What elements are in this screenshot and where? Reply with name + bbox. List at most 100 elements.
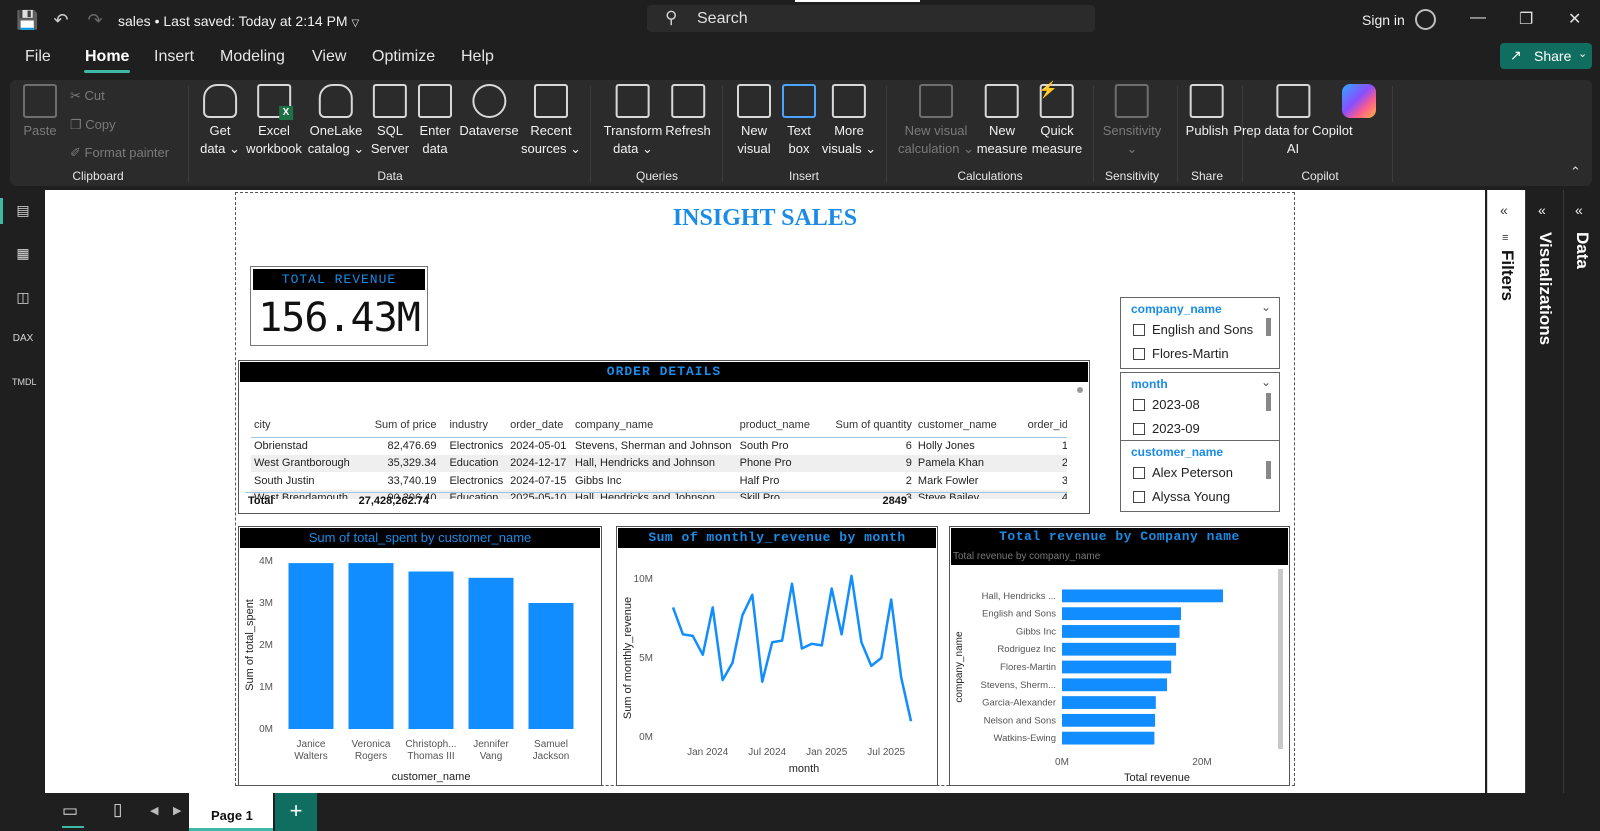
checkbox[interactable] <box>1133 399 1145 411</box>
slicer-scrollbar[interactable] <box>1266 461 1271 479</box>
share-button[interactable]: ↗ Share ⌄ <box>1500 43 1592 69</box>
slicer-scrollbar[interactable] <box>1266 318 1271 336</box>
more-visuals-button[interactable]: More visuals ⌄ <box>822 84 876 158</box>
new-visual-calculation-button[interactable]: New visual calculation ⌄ <box>898 84 974 158</box>
menu-file[interactable]: File <box>25 48 51 66</box>
get-data-button[interactable]: Get data ⌄ <box>200 84 240 158</box>
column-header[interactable]: order_id <box>1020 413 1067 438</box>
search-input[interactable]: ⚲ Search <box>647 5 1095 32</box>
text-box-button[interactable]: Text box <box>782 84 816 158</box>
table-scrollbar[interactable] <box>1077 387 1083 393</box>
enter-data-button[interactable]: Enter data <box>418 84 452 158</box>
table-row[interactable]: South Justin 33,740.19 Electronics 2024-07-… <box>251 472 1067 490</box>
format-painter-button[interactable]: ✐ Format painter <box>70 145 169 161</box>
expand-filters-icon[interactable]: « <box>1500 202 1508 218</box>
chart-revenue-by-company[interactable]: Total revenue by Company name Total reve… <box>949 526 1290 786</box>
new-measure-button[interactable]: New measure <box>977 84 1027 158</box>
sensitivity-button[interactable]: Sensitivity ⌄ <box>1103 84 1161 158</box>
dax-query-view-icon[interactable]: DAX <box>12 333 34 353</box>
slicer-company-name[interactable]: company_name ⌄ English and Sons Flores-M… <box>1120 297 1280 369</box>
menu-view[interactable]: View <box>312 48 346 66</box>
column-header[interactable]: Sum of price <box>358 413 440 438</box>
data-pane-label[interactable]: Data <box>1572 232 1592 269</box>
copilot-button[interactable] <box>1342 84 1376 122</box>
model-view-icon[interactable]: ◫ <box>12 289 34 309</box>
slicer-option[interactable]: English and Sons <box>1133 322 1253 337</box>
cut-button[interactable]: ✂ Cut <box>70 88 105 104</box>
undo-icon[interactable]: ↶ <box>50 9 72 31</box>
slicer-option[interactable]: 2023-09 <box>1133 421 1200 436</box>
refresh-button[interactable]: Refresh <box>665 84 711 140</box>
column-header[interactable]: product_name <box>736 413 826 438</box>
mobile-layout-icon[interactable]: ▯ <box>113 800 122 820</box>
table-row[interactable]: Obrienstad 82,476.69 Electronics 2024-05-01… <box>251 437 1067 455</box>
sql-server-button[interactable]: SQL Server <box>371 84 409 158</box>
save-icon[interactable]: 💾 <box>16 9 38 31</box>
order-details-table[interactable]: ORDER DETAILS city Sum of price industry… <box>238 360 1090 514</box>
checkbox[interactable] <box>1133 467 1145 479</box>
previous-page-icon[interactable]: ◀ <box>150 804 158 817</box>
checkbox[interactable] <box>1133 324 1145 336</box>
page-tab[interactable]: Page 1 <box>189 793 273 831</box>
chevron-down-icon[interactable]: ⌄ <box>1261 300 1271 314</box>
table-view-icon[interactable]: ▦ <box>12 245 34 265</box>
slicer-option[interactable]: Flores-Martin <box>1133 346 1229 361</box>
column-header[interactable]: order_date <box>507 413 572 438</box>
redo-icon[interactable]: ↷ <box>84 9 106 31</box>
column-header[interactable]: Sum of quantity <box>825 413 915 438</box>
transform-data-button[interactable]: Transform data ⌄ <box>604 84 662 158</box>
visualizations-pane-label[interactable]: Visualizations <box>1535 232 1555 345</box>
menu-modeling[interactable]: Modeling <box>220 48 285 66</box>
data-pane[interactable]: « Data <box>1563 190 1600 793</box>
menu-help[interactable]: Help <box>461 48 494 66</box>
table-row[interactable]: West Grantborough 35,329.34 Education 2024-… <box>251 454 1067 472</box>
tmdl-view-icon[interactable]: TMDL <box>12 377 37 397</box>
checkbox[interactable] <box>1133 491 1145 503</box>
menu-insert[interactable]: Insert <box>154 48 194 66</box>
avatar-icon[interactable] <box>1415 9 1436 30</box>
desktop-layout-icon[interactable]: ▭ <box>62 801 78 821</box>
onelake-catalog-button[interactable]: OneLake catalog ⌄ <box>308 84 364 158</box>
total-revenue-card[interactable]: TOTAL REVENUE 156.43M <box>250 266 428 346</box>
chart-monthly-revenue[interactable]: Sum of monthly_revenue by month 0M 5M 10M J… <box>616 526 938 786</box>
expand-visualizations-icon[interactable]: « <box>1538 202 1546 218</box>
slicer-option[interactable]: 2023-08 <box>1133 397 1200 412</box>
paste-button[interactable]: Paste <box>23 84 57 140</box>
slicer-option[interactable]: Alyssa Young <box>1133 489 1230 504</box>
menu-home[interactable]: Home <box>85 48 129 66</box>
publish-button[interactable]: Publish <box>1186 84 1228 140</box>
expand-data-icon[interactable]: « <box>1575 202 1583 218</box>
visualizations-pane[interactable]: « Visualizations <box>1525 190 1563 793</box>
new-visual-button[interactable]: New visual <box>737 84 771 158</box>
menu-optimize[interactable]: Optimize <box>372 48 435 66</box>
prep-data-for-ai-button[interactable]: Prep data for Copilot AI <box>1233 84 1353 158</box>
slicer-option[interactable]: Alex Peterson <box>1133 465 1233 480</box>
column-header[interactable]: customer_name <box>914 413 1021 438</box>
checkbox[interactable] <box>1133 423 1145 435</box>
sign-in-link[interactable]: Sign in <box>1362 12 1405 28</box>
close-icon[interactable]: ✕ <box>1568 9 1581 29</box>
slicer-customer-name[interactable]: customer_name Alex Peterson Alyssa Young <box>1120 440 1280 512</box>
recent-sources-button[interactable]: Recent sources ⌄ <box>521 84 581 158</box>
collapse-ribbon-icon[interactable]: ⌃ <box>1570 164 1581 180</box>
excel-workbook-button[interactable]: X Excel workbook <box>246 84 302 158</box>
dataverse-button[interactable]: Dataverse <box>459 84 519 140</box>
column-header[interactable]: company_name <box>571 413 737 438</box>
quick-measure-button[interactable]: ⚡ Quick measure <box>1032 82 1083 158</box>
slicer-month[interactable]: month ⌄ 2023-08 2023-09 <box>1120 372 1280 444</box>
chart-total-spent-by-customer[interactable]: Sum of total_spent by customer_name 0M 1M… <box>238 526 602 786</box>
report-view-icon[interactable]: ▤ <box>12 202 34 222</box>
restore-icon[interactable]: ❐ <box>1519 9 1533 29</box>
checkbox[interactable] <box>1133 348 1145 360</box>
column-header[interactable]: industry <box>439 413 508 438</box>
column-header[interactable]: city <box>251 413 359 438</box>
next-page-icon[interactable]: ▶ <box>173 804 181 817</box>
filters-pane[interactable]: « ≡ Filters <box>1487 190 1525 793</box>
slicer-scrollbar[interactable] <box>1266 393 1271 411</box>
chevron-down-icon[interactable]: ⌄ <box>1261 375 1271 389</box>
minimize-icon[interactable]: — <box>1470 9 1486 27</box>
document-title[interactable]: sales • Last saved: Today at 2:14 PM ▽ <box>118 13 359 29</box>
add-page-button[interactable]: + <box>275 793 317 831</box>
copy-button[interactable]: ❐ Copy <box>70 117 116 133</box>
filters-pane-label[interactable]: Filters <box>1497 250 1517 301</box>
